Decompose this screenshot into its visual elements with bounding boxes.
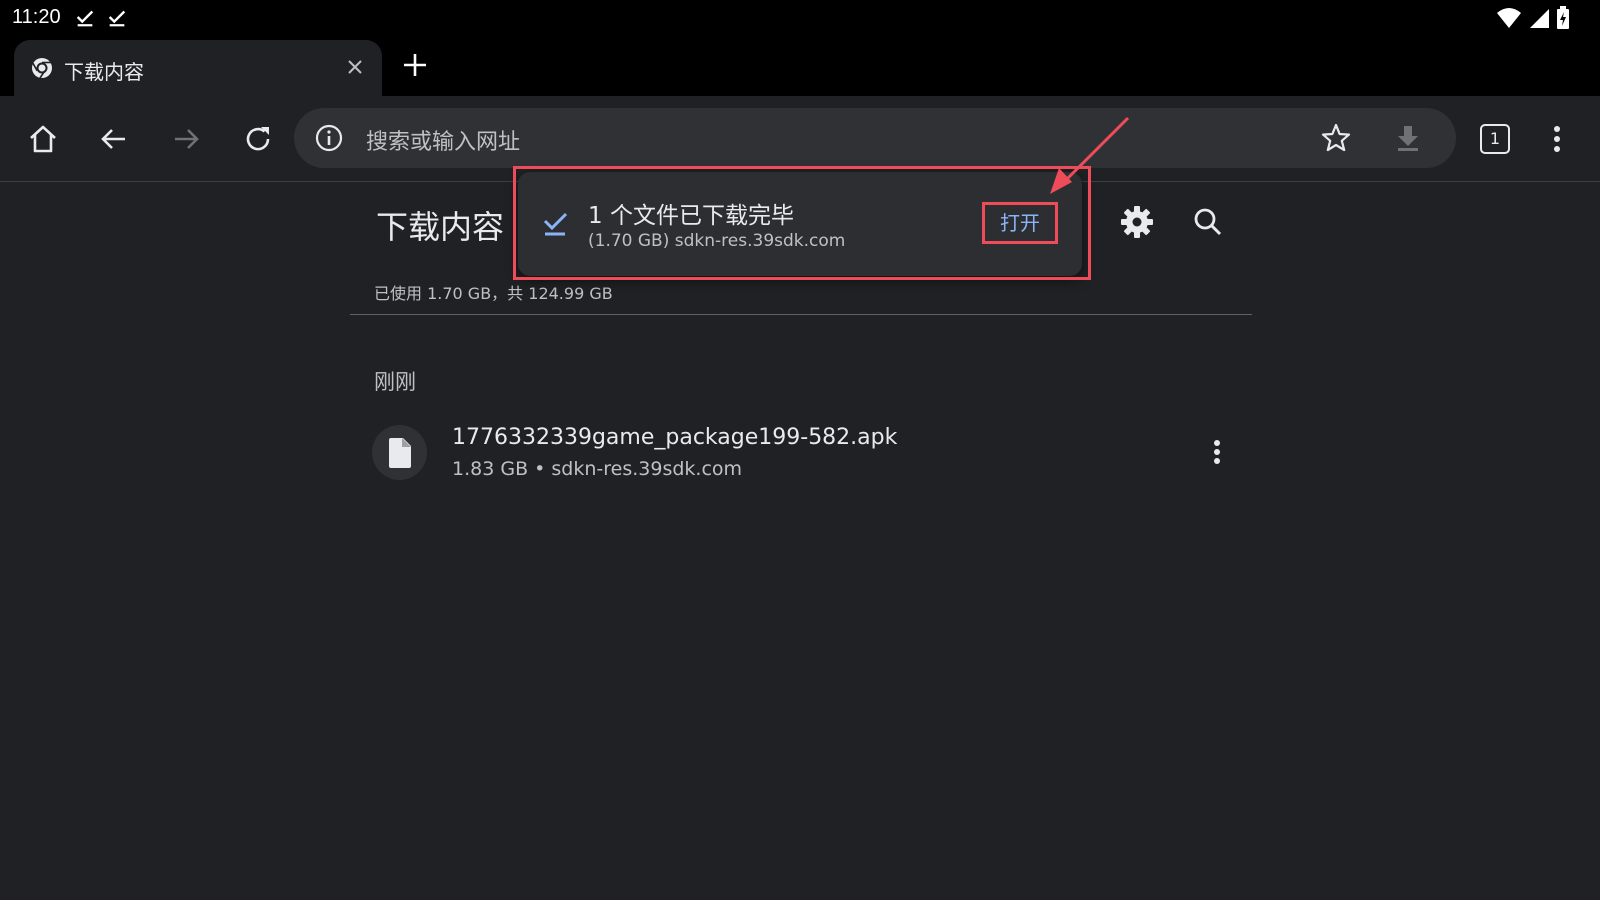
page-title: 下载内容 [376,208,505,246]
storage-summary: 已使用 1.70 GB，共 124.99 GB [374,284,613,303]
status-bar: 11:20 [0,0,1600,36]
omnibox-placeholder: 搜索或输入网址 [366,130,521,155]
more-vert-icon[interactable] [1202,437,1232,467]
omnibox[interactable]: 搜索或输入网址 [294,108,1456,168]
file-icon [389,438,411,468]
star-icon[interactable] [1320,122,1352,154]
section-header-just-now: 刚刚 [374,370,416,394]
tab-strip: 下载内容 [0,36,1600,96]
file-meta: 1.83 GB • sdkn-res.39sdk.com [452,458,743,480]
info-icon[interactable] [314,123,344,153]
chrome-icon [32,58,52,79]
tab-title: 下载内容 [64,60,144,84]
download-item[interactable]: 1776332339game_package199-582.apk 1.83 G… [372,425,1238,487]
close-icon[interactable] [342,54,368,80]
status-time: 11:20 [12,6,61,28]
home-icon[interactable] [26,122,60,156]
back-arrow-icon[interactable] [97,122,131,156]
search-icon[interactable] [1192,206,1224,238]
tab-switcher-button[interactable]: 1 [1480,124,1510,154]
reload-icon[interactable] [241,122,275,156]
status-icons [1496,6,1570,30]
file-icon-container [372,425,427,480]
wifi-icon [1497,8,1521,28]
download-done-icon [76,10,94,27]
more-vert-icon[interactable] [1540,122,1574,156]
signal-icon [1530,9,1549,28]
download-icon[interactable] [1392,122,1424,154]
forward-arrow-icon[interactable] [169,122,203,156]
tab-downloads[interactable]: 下载内容 [14,40,382,96]
new-tab-icon[interactable] [400,50,430,80]
file-name[interactable]: 1776332339game_package199-582.apk [452,425,897,450]
divider [350,314,1252,315]
settings-gear-icon[interactable] [1120,205,1154,239]
annotation-highlight-box [513,166,1091,280]
battery-icon [1557,6,1569,29]
download-done-icon [108,10,126,27]
